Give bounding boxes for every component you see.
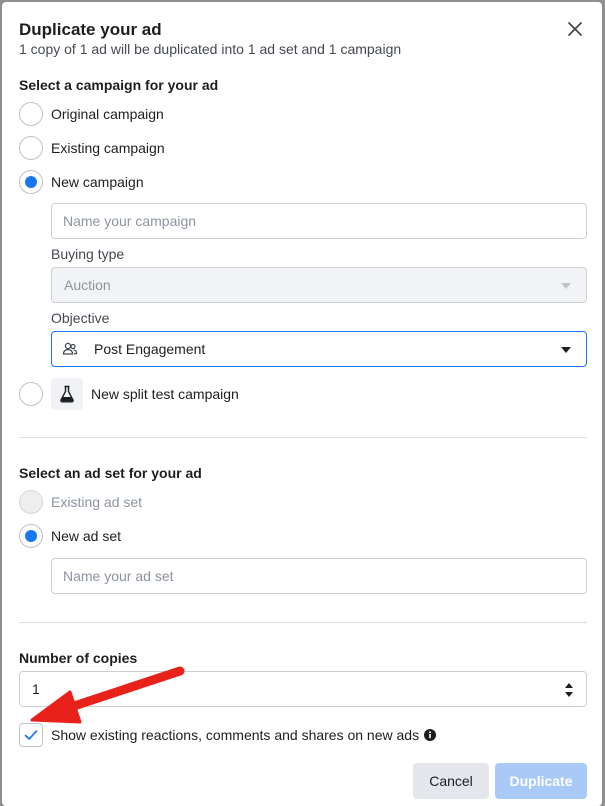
radio-label: New split test campaign xyxy=(91,386,239,402)
radio-button-disabled xyxy=(19,490,43,514)
ad-set-name-input[interactable] xyxy=(51,558,587,594)
radio-button[interactable] xyxy=(19,102,43,126)
checkmark-icon xyxy=(24,730,38,740)
flask-icon xyxy=(60,385,74,403)
radio-button[interactable] xyxy=(19,136,43,160)
buying-type-label: Buying type xyxy=(51,246,125,262)
cancel-button[interactable]: Cancel xyxy=(413,763,489,799)
chevron-down-icon xyxy=(561,347,571,353)
copies-label: Number of copies xyxy=(19,650,138,666)
divider xyxy=(19,622,587,623)
radio-new-split-test-campaign[interactable]: New split test campaign xyxy=(19,377,239,411)
radio-label: Existing campaign xyxy=(51,140,165,156)
radio-label: New ad set xyxy=(51,528,122,544)
radio-label: Existing ad set xyxy=(51,494,143,510)
campaign-section-label: Select a campaign for your ad xyxy=(19,77,219,93)
radio-existing-campaign[interactable]: Existing campaign xyxy=(19,135,165,161)
dialog-subtitle: 1 copy of 1 ad will be duplicated into 1… xyxy=(19,41,402,57)
info-icon[interactable] xyxy=(424,729,437,741)
copies-number-input[interactable]: 1 xyxy=(19,671,587,707)
radio-existing-ad-set: Existing ad set xyxy=(19,489,142,515)
show-reactions-checkbox[interactable] xyxy=(19,723,43,747)
show-reactions-label: Show existing reactions, comments and sh… xyxy=(51,727,420,743)
radio-button-selected[interactable] xyxy=(19,170,43,194)
radio-new-ad-set[interactable]: New ad set xyxy=(19,523,121,549)
duplicate-ad-dialog: Duplicate your ad 1 copy of 1 ad will be… xyxy=(2,2,602,806)
radio-original-campaign[interactable]: Original campaign xyxy=(19,101,164,127)
radio-new-campaign[interactable]: New campaign xyxy=(19,169,144,195)
buying-type-select: Auction xyxy=(51,267,587,303)
objective-value: Post Engagement xyxy=(94,341,206,357)
radio-label: Original campaign xyxy=(51,106,164,122)
stepper-arrows-icon[interactable] xyxy=(564,680,574,700)
adset-section-label: Select an ad set for your ad xyxy=(19,465,202,481)
radio-button-selected[interactable] xyxy=(19,524,43,548)
objective-select[interactable]: Post Engagement xyxy=(51,331,587,367)
show-reactions-row: Show existing reactions, comments and sh… xyxy=(19,723,437,747)
radio-button[interactable] xyxy=(19,382,43,406)
buying-type-value: Auction xyxy=(64,277,111,293)
dialog-title: Duplicate your ad xyxy=(19,20,162,39)
campaign-name-input[interactable] xyxy=(51,203,587,239)
close-icon xyxy=(568,22,582,36)
close-button[interactable] xyxy=(564,18,586,40)
flask-icon-box xyxy=(51,378,83,410)
radio-label: New campaign xyxy=(51,174,144,190)
divider xyxy=(19,437,587,438)
people-icon xyxy=(62,342,78,355)
objective-label: Objective xyxy=(51,310,110,326)
chevron-down-icon xyxy=(561,283,571,289)
duplicate-button[interactable]: Duplicate xyxy=(495,763,587,799)
copies-value: 1 xyxy=(32,681,40,697)
